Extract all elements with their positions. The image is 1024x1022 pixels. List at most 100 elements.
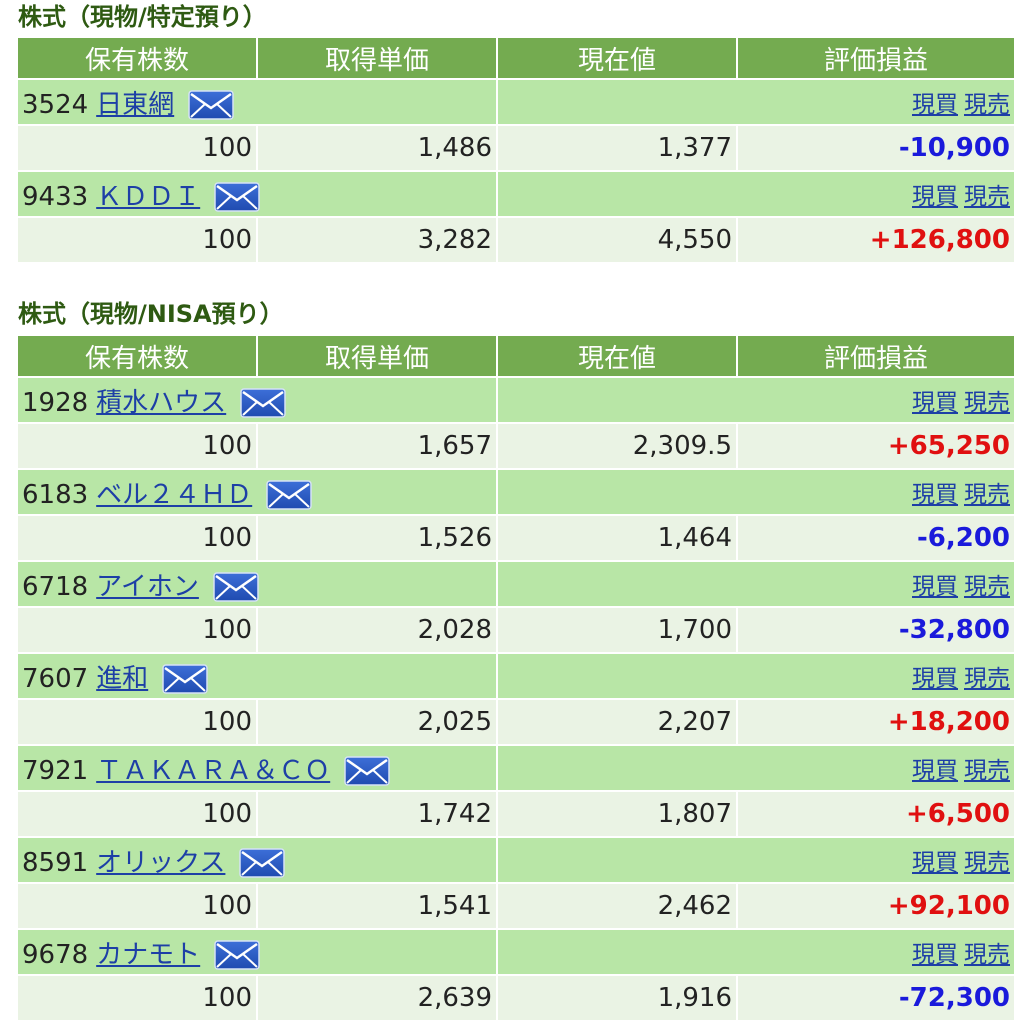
stock-value-row: 100 1,657 2,309.5 +65,250 bbox=[18, 424, 1014, 468]
stock-name-link[interactable]: アイホン bbox=[96, 572, 199, 602]
sell-link[interactable]: 現売 bbox=[964, 942, 1010, 968]
stock-name-row: 6183 ベル２４ＨＤ 現買 現売 bbox=[18, 470, 1014, 514]
holdings-table: 保有株数 取得単価 現在値 評価損益 1928 積水ハウス 現買 現売 100 1,657 2,30… bbox=[16, 334, 1016, 1022]
sell-link[interactable]: 現売 bbox=[964, 184, 1010, 210]
buy-link[interactable]: 現買 bbox=[912, 390, 958, 416]
price-cell: 1,377 bbox=[498, 126, 736, 170]
holdings-table: 保有株数 取得単価 現在値 評価損益 3524 日東網 現買 現売 100 1,486 1,377-… bbox=[16, 36, 1016, 264]
cost-cell: 2,028 bbox=[258, 608, 496, 652]
stock-name-link[interactable]: オリックス bbox=[96, 848, 225, 878]
stock-name-row: 9678 カナモト 現買 現売 bbox=[18, 930, 1014, 974]
stock-value-row: 100 2,025 2,207 +18,200 bbox=[18, 700, 1014, 744]
pl-cell: +6,500 bbox=[738, 792, 1014, 836]
section-title: 株式（現物/NISA預り） bbox=[18, 300, 284, 328]
trade-actions: 現買 現売 bbox=[498, 378, 1014, 422]
buy-link[interactable]: 現買 bbox=[912, 574, 958, 600]
shares-cell: 100 bbox=[18, 976, 256, 1020]
cost-cell: 2,639 bbox=[258, 976, 496, 1020]
trade-actions: 現買 現売 bbox=[498, 172, 1014, 216]
cost-cell: 1,657 bbox=[258, 424, 496, 468]
stock-value-row: 100 3,282 4,550 +126,800 bbox=[18, 218, 1014, 262]
column-header: 保有株数 bbox=[18, 38, 256, 78]
shares-cell: 100 bbox=[18, 608, 256, 652]
shares-cell: 100 bbox=[18, 424, 256, 468]
price-cell: 1,807 bbox=[498, 792, 736, 836]
price-cell: 1,464 bbox=[498, 516, 736, 560]
sell-link[interactable]: 現売 bbox=[964, 390, 1010, 416]
shares-cell: 100 bbox=[18, 126, 256, 170]
sell-link[interactable]: 現売 bbox=[964, 574, 1010, 600]
shares-cell: 100 bbox=[18, 516, 256, 560]
stock-name-link[interactable]: ベル２４ＨＤ bbox=[96, 480, 252, 510]
buy-link[interactable]: 現買 bbox=[912, 758, 958, 784]
stock-cell: 9433 ＫＤＤＩ bbox=[18, 172, 496, 216]
buy-link[interactable]: 現買 bbox=[912, 92, 958, 118]
column-header: 現在値 bbox=[498, 336, 736, 376]
trade-actions: 現買 現売 bbox=[498, 654, 1014, 698]
stock-code: 7607 bbox=[22, 663, 89, 694]
stock-code: 3524 bbox=[22, 89, 89, 120]
buy-link[interactable]: 現買 bbox=[912, 942, 958, 968]
mail-icon[interactable] bbox=[240, 388, 286, 418]
stock-value-row: 100 1,541 2,462 +92,100 bbox=[18, 884, 1014, 928]
mail-icon[interactable] bbox=[213, 572, 259, 602]
price-cell: 2,462 bbox=[498, 884, 736, 928]
stock-name-row: 7607 進和 現買 現売 bbox=[18, 654, 1014, 698]
buy-link[interactable]: 現買 bbox=[912, 850, 958, 876]
cost-cell: 1,526 bbox=[258, 516, 496, 560]
trade-actions: 現買 現売 bbox=[498, 930, 1014, 974]
cost-cell: 1,742 bbox=[258, 792, 496, 836]
trade-actions: 現買 現売 bbox=[498, 838, 1014, 882]
table-header-row: 保有株数 取得単価 現在値 評価損益 bbox=[18, 38, 1014, 78]
stock-name-link[interactable]: 日東網 bbox=[96, 90, 174, 120]
pl-cell: +18,200 bbox=[738, 700, 1014, 744]
stock-code: 6183 bbox=[22, 479, 89, 510]
buy-link[interactable]: 現買 bbox=[912, 666, 958, 692]
price-cell: 2,207 bbox=[498, 700, 736, 744]
mail-icon[interactable] bbox=[344, 756, 390, 786]
stock-name-row: 7921 ＴＡＫＡＲＡ＆ＣＯ 現買 現売 bbox=[18, 746, 1014, 790]
buy-link[interactable]: 現買 bbox=[912, 482, 958, 508]
sell-link[interactable]: 現売 bbox=[964, 92, 1010, 118]
column-header: 保有株数 bbox=[18, 336, 256, 376]
stock-code: 7921 bbox=[22, 755, 89, 786]
cost-cell: 1,486 bbox=[258, 126, 496, 170]
mail-icon[interactable] bbox=[239, 848, 286, 878]
stock-name-link[interactable]: ＴＡＫＡＲＡ＆ＣＯ bbox=[96, 756, 330, 786]
stock-name-link[interactable]: 進和 bbox=[96, 664, 148, 694]
mail-icon[interactable] bbox=[266, 480, 312, 510]
stock-name-link[interactable]: ＫＤＤＩ bbox=[96, 182, 200, 212]
stock-name-row: 6718 アイホン 現買 現売 bbox=[18, 562, 1014, 606]
cost-cell: 1,541 bbox=[258, 884, 496, 928]
stock-name-row: 1928 積水ハウス 現買 現売 bbox=[18, 378, 1014, 422]
trade-actions: 現買 現売 bbox=[498, 80, 1014, 124]
mail-icon[interactable] bbox=[214, 182, 260, 212]
stock-name-row: 3524 日東網 現買 現売 bbox=[18, 80, 1014, 124]
pl-cell: -32,800 bbox=[738, 608, 1014, 652]
stock-value-row: 100 2,028 1,700 -32,800 bbox=[18, 608, 1014, 652]
stock-cell: 9678 カナモト bbox=[18, 930, 496, 974]
sell-link[interactable]: 現売 bbox=[964, 850, 1010, 876]
stock-name-link[interactable]: 積水ハウス bbox=[96, 388, 226, 418]
mail-icon[interactable] bbox=[214, 940, 260, 970]
shares-cell: 100 bbox=[18, 218, 256, 262]
sell-link[interactable]: 現売 bbox=[964, 758, 1010, 784]
pl-cell: -6,200 bbox=[738, 516, 1014, 560]
cost-cell: 3,282 bbox=[258, 218, 496, 262]
stock-cell: 3524 日東網 bbox=[18, 80, 496, 124]
column-header: 評価損益 bbox=[738, 336, 1014, 376]
price-cell: 1,916 bbox=[498, 976, 736, 1020]
stock-code: 6718 bbox=[22, 571, 89, 602]
stock-name-row: 8591 オリックス 現買 現売 bbox=[18, 838, 1014, 882]
pl-cell: +126,800 bbox=[738, 218, 1014, 262]
column-header: 評価損益 bbox=[738, 38, 1014, 78]
stock-name-link[interactable]: カナモト bbox=[96, 940, 200, 970]
mail-icon[interactable] bbox=[162, 664, 208, 694]
price-cell: 1,700 bbox=[498, 608, 736, 652]
sell-link[interactable]: 現売 bbox=[964, 666, 1010, 692]
buy-link[interactable]: 現買 bbox=[912, 184, 958, 210]
sell-link[interactable]: 現売 bbox=[964, 482, 1010, 508]
stock-cell: 6183 ベル２４ＨＤ bbox=[18, 470, 496, 514]
mail-icon[interactable] bbox=[188, 90, 234, 120]
column-header: 取得単価 bbox=[258, 336, 496, 376]
